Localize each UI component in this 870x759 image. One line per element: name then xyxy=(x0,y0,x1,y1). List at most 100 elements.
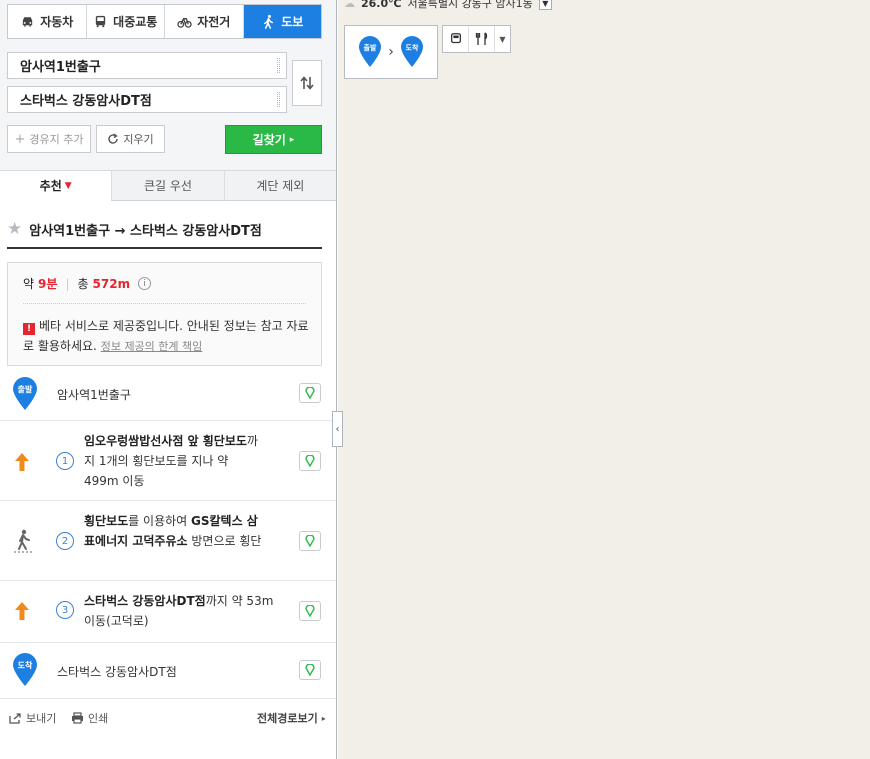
share-icon xyxy=(9,712,21,724)
step-landmark: 임오우렁쌈밥선사점 앞 횡단보도 xyxy=(84,434,247,448)
distance-value: 572m xyxy=(92,276,131,291)
route-title-text: 암사역1번출구 → 스타벅스 강동암사DT점 xyxy=(29,223,262,239)
bicycle-icon xyxy=(177,18,192,28)
step-number: 1 xyxy=(56,452,74,470)
locate-pin-button[interactable] xyxy=(299,383,321,403)
print-label: 인쇄 xyxy=(88,712,109,725)
origin-input[interactable]: 암사역1번출구 xyxy=(7,52,287,79)
route-summary: 약 9분 | 총 572m i ! 베타 서비스로 제공중입니다. 안내된 정보는… xyxy=(7,262,322,366)
tab-car[interactable]: 자동차 xyxy=(8,5,87,38)
locate-pin-button[interactable] xyxy=(299,601,321,621)
directions-panel: 자동차 대중교통 자전거 도보 암사역1번출구 스타벅스 강동암사DT점 + 경… xyxy=(0,0,337,759)
summary-line: 약 9분 | 총 572m i xyxy=(23,275,152,292)
app: 자동차 대중교통 자전거 도보 암사역1번출구 스타벅스 강동암사DT점 + 경… xyxy=(0,0,870,759)
layers-dropdown-button[interactable]: ▼ xyxy=(495,35,510,44)
panel-collapse-button[interactable]: ‹ xyxy=(332,411,343,447)
chevron-right-icon: › xyxy=(388,44,394,60)
route-title: ★ 암사역1번출구 → 스타벅스 강동암사DT점 xyxy=(7,211,322,249)
transport-mode-tabs: 자동차 대중교통 자전거 도보 xyxy=(7,4,322,39)
walk-icon xyxy=(264,14,274,29)
liability-link[interactable]: 정보 제공의 한계 책임 xyxy=(101,340,203,353)
step-2[interactable]: 2 횡단보도를 이용하여 GS칼텍스 삼표에너지 고덕주유소 방면으로 횡단 xyxy=(0,501,336,581)
bus-icon xyxy=(95,15,106,28)
step-number: 3 xyxy=(56,601,74,619)
weather-bar: ☁ 26.0℃ 서울특별시 강동구 암사1동 ▼ xyxy=(338,0,552,12)
add-waypoint-label: 경유지 추가 xyxy=(29,133,84,146)
end-marker-icon: 도착 xyxy=(400,36,423,67)
step-detail-2: 방면으로 횡단 xyxy=(187,534,262,548)
step-start[interactable]: 출발 암사역1번출구 xyxy=(0,367,336,421)
arrow-up-icon xyxy=(15,602,29,620)
restaurant-layer-button[interactable] xyxy=(469,26,495,52)
star-icon[interactable]: ★ xyxy=(7,219,22,239)
tab-bicycle[interactable]: 자전거 xyxy=(165,5,244,38)
step-landmark: 횡단보도 xyxy=(84,514,129,528)
divider xyxy=(23,303,306,304)
drag-handle-icon[interactable] xyxy=(277,92,280,107)
map-pin-icon xyxy=(305,664,315,676)
panel-footer: 보내기 인쇄 전체경로보기 ▸ xyxy=(0,702,336,734)
legend-end-label: 도착 xyxy=(405,43,418,52)
beta-notice: ! 베타 서비스로 제공중입니다. 안내된 정보는 참고 자료로 활용하세요. 정… xyxy=(23,316,313,357)
warning-icon: ! xyxy=(23,323,35,335)
step-number: 2 xyxy=(56,532,74,550)
map-pin-icon xyxy=(305,387,315,399)
print-icon xyxy=(72,712,83,724)
step-1[interactable]: 1 임오우렁쌈밥선사점 앞 횡단보도까지 1개의 횡단보도를 지나 약 499m… xyxy=(0,421,336,501)
search-area: 자동차 대중교통 자전거 도보 암사역1번출구 스타벅스 강동암사DT점 + 경… xyxy=(0,0,336,171)
locate-pin-button[interactable] xyxy=(299,660,321,680)
step-detail: 를 이용하여 xyxy=(128,514,192,528)
find-route-button[interactable]: 길찾기 ▸ xyxy=(225,125,322,154)
clear-button[interactable]: 지우기 xyxy=(96,125,165,153)
chevron-left-icon: ‹ xyxy=(335,423,340,435)
chevron-right-icon: ▸ xyxy=(289,134,295,145)
swap-button[interactable] xyxy=(292,60,322,106)
add-waypoint-button[interactable]: + 경유지 추가 xyxy=(7,125,91,153)
caret-down-icon: ▼ xyxy=(64,180,72,191)
tab-walk[interactable]: 도보 xyxy=(243,5,321,38)
duration-value: 9분 xyxy=(38,277,58,291)
approx-label: 약 xyxy=(23,277,35,291)
total-label: 총 xyxy=(77,277,89,291)
locate-pin-button[interactable] xyxy=(299,531,321,551)
pedestrian-icon xyxy=(14,529,34,553)
full-route-link[interactable]: 전체경로보기 ▸ xyxy=(257,710,326,726)
route-option-tabs: 추천 ▼ 큰길 우선 계단 제외 xyxy=(0,171,336,201)
step-end[interactable]: 도착 스타벅스 강동암사DT점 xyxy=(0,643,336,699)
tab-walk-label: 도보 xyxy=(281,15,304,29)
step-text: 횡단보도를 이용하여 GS칼텍스 삼표에너지 고덕주유소 방면으로 횡단 xyxy=(84,511,264,551)
tab-main-road[interactable]: 큰길 우선 xyxy=(111,171,224,201)
step-3[interactable]: 3 스타벅스 강동암사DT점까지 약 53m 이동(고덕로) xyxy=(0,581,336,643)
map-pin-icon xyxy=(305,455,315,467)
tab-car-label: 자동차 xyxy=(40,15,74,29)
destination-value: 스타벅스 강동암사DT점 xyxy=(20,94,152,109)
map-view[interactable]: ☁ 26.0℃ 서울특별시 강동구 암사1동 ▼ 출발 › 도착 ▼ xyxy=(338,0,870,759)
origin-value: 암사역1번출구 xyxy=(20,60,101,75)
drag-handle-icon[interactable] xyxy=(277,58,280,73)
end-marker-icon: 도착 xyxy=(13,653,37,686)
full-route-label: 전체경로보기 xyxy=(257,712,318,725)
tab-main-road-label: 큰길 우선 xyxy=(144,179,192,193)
tab-no-stairs[interactable]: 계단 제외 xyxy=(223,171,336,201)
print-button[interactable]: 인쇄 xyxy=(71,710,108,726)
transit-layer-button[interactable] xyxy=(443,26,469,52)
locate-pin-button[interactable] xyxy=(299,451,321,471)
start-text: 암사역1번출구 xyxy=(57,388,131,402)
cloud-icon: ☁ xyxy=(344,0,355,10)
bus-icon xyxy=(450,33,461,44)
refresh-icon xyxy=(108,133,119,144)
map-pin-icon xyxy=(305,535,315,547)
tab-recommended-label: 추천 xyxy=(39,179,62,193)
step-landmark: 스타벅스 강동암사DT점 xyxy=(84,594,206,608)
legend-start-label: 출발 xyxy=(364,43,377,52)
tab-transit[interactable]: 대중교통 xyxy=(87,5,165,38)
start-marker-icon: 출발 xyxy=(13,377,37,410)
tab-recommended[interactable]: 추천 ▼ xyxy=(0,171,112,201)
destination-input[interactable]: 스타벅스 강동암사DT점 xyxy=(7,86,287,113)
find-route-label: 길찾기 xyxy=(252,133,286,147)
share-button[interactable]: 보내기 xyxy=(9,710,56,726)
map-layer-tools: ▼ xyxy=(442,25,511,53)
location-dropdown-button[interactable]: ▼ xyxy=(538,0,552,10)
info-icon[interactable]: i xyxy=(138,277,152,290)
map-pin-icon xyxy=(305,605,315,617)
